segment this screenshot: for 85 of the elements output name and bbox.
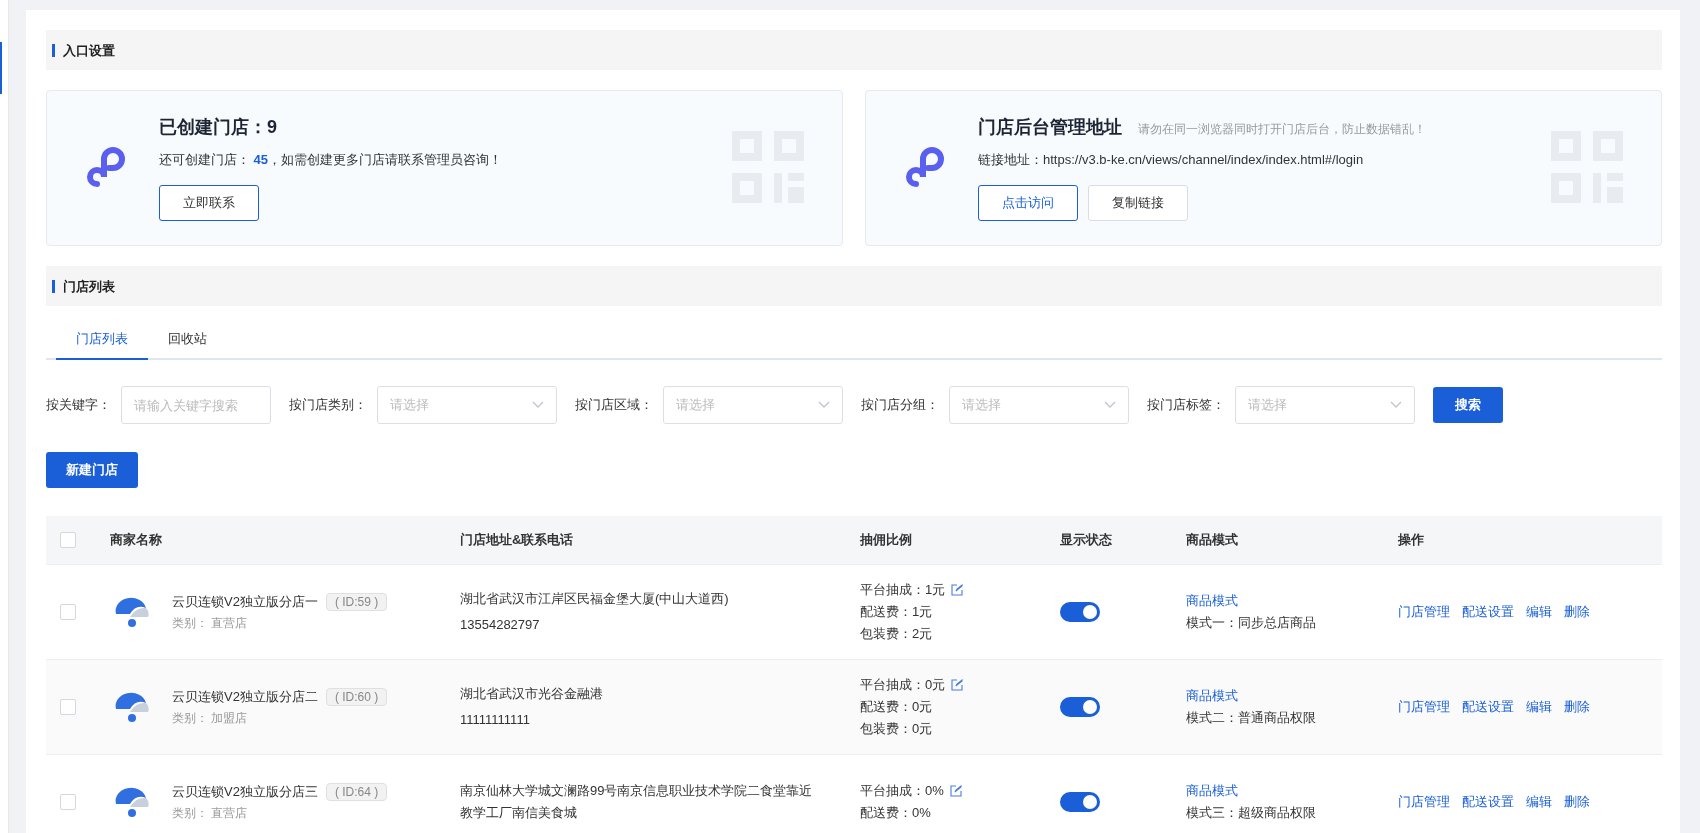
fee-text: 配送费：1元 [860,603,933,621]
product-mode-link[interactable]: 商品模式 [1186,687,1398,705]
action-link[interactable]: 门店管理 [1398,698,1450,716]
store-phone: 11111111111 [460,711,531,729]
filter-label: 按门店区域： [575,396,653,414]
store-category: 类别： 直营店 [172,804,249,822]
select-placeholder: 请选择 [1248,396,1287,414]
search-button[interactable]: 搜索 [1433,387,1503,423]
display-toggle[interactable] [1060,697,1100,717]
select-placeholder: 请选择 [962,396,1001,414]
select-placeholder: 请选择 [676,396,715,414]
checkbox[interactable] [60,604,76,620]
card-button[interactable]: 立即联系 [159,185,259,221]
column-header: 操作 [1398,531,1424,549]
store-id-badge: ( ID:64 ) [325,782,388,801]
filter-label: 按关键字： [46,396,111,414]
tab[interactable]: 回收站 [148,320,227,360]
section-title: 入口设置 [52,43,115,57]
card-button[interactable]: 点击访问 [978,185,1078,221]
action-link[interactable]: 删除 [1564,793,1590,811]
caret-icon [532,401,544,409]
product-mode-text: 模式三：超级商品权限 [1186,804,1317,822]
action-link[interactable]: 编辑 [1526,603,1552,621]
action-link[interactable]: 配送设置 [1462,698,1514,716]
caret-icon [1104,401,1116,409]
card-title: 已创建门店：9 [159,116,277,139]
store-address: 湖北省武汉市光谷金融港 [460,685,604,703]
column-header: 抽佣比例 [860,531,912,549]
store-id-badge: ( ID:60 ) [325,687,388,706]
sidebar-indicator [0,42,2,94]
store-phone: 13554282797 [460,616,541,634]
select-placeholder: 请选择 [390,396,429,414]
fee-text: 平台抽成：1元 [860,581,946,599]
store-name: 云贝连锁V2独立版分店一 [172,592,318,611]
card-button[interactable]: 复制链接 [1088,185,1188,221]
store-address: 南京仙林大学城文澜路99号南京信息职业技术学院二食堂靠近教学工厂南信美食城 [460,782,814,822]
store-name: 云贝连锁V2独立版分店三 [172,782,318,801]
product-mode-text: 模式一：同步总店商品 [1186,614,1317,632]
card-text: 链接地址：https://v3.b-ke.cn/views/channel/index/index.html#/login [978,151,1365,169]
store-name: 云贝连锁V2独立版分店二 [172,687,318,706]
fee-text: 平台抽成：0元 [860,676,946,694]
card-title: 门店后台管理地址 [978,116,1122,139]
filter-label: 按门店标签： [1147,396,1225,414]
edit-icon [951,679,964,691]
fee-text: 包装费：0元 [860,720,933,738]
column-header: 门店地址&联系电话 [460,531,574,549]
checkbox[interactable] [60,794,76,810]
action-link[interactable]: 编辑 [1526,698,1552,716]
fee-text: 平台抽成：0% [860,782,944,800]
fee-text: 配送费：0元 [860,698,933,716]
fee-text: 包装费：2元 [860,625,933,643]
edit-icon [951,584,964,596]
card-text: 还可创建门店： 45，如需创建更多门店请联系管理员咨询！ [159,151,503,169]
tab[interactable]: 门店列表 [56,320,148,360]
search-field[interactable]: 请输入关键字搜索 [121,386,271,424]
caret-icon [1390,401,1402,409]
action-link[interactable]: 门店管理 [1398,793,1450,811]
column-header: 显示状态 [1060,531,1112,549]
caret-icon [818,401,830,409]
filter-label: 按门店分组： [861,396,939,414]
store-id-badge: ( ID:59 ) [325,592,388,611]
action-link[interactable]: 配送设置 [1462,793,1514,811]
new-store-button[interactable]: 新建门店 [46,452,138,488]
product-mode-text: 模式二：普通商品权限 [1186,709,1317,727]
store-category: 类别： 直营店 [172,614,249,632]
display-toggle[interactable] [1060,602,1100,622]
product-mode-link[interactable]: 商品模式 [1186,782,1398,800]
store-category: 类别： 加盟店 [172,709,249,727]
action-link[interactable]: 门店管理 [1398,603,1450,621]
action-link[interactable]: 删除 [1564,603,1590,621]
filter-label: 按门店类别： [289,396,367,414]
action-link[interactable]: 配送设置 [1462,603,1514,621]
edit-icon [949,785,962,797]
product-mode-link[interactable]: 商品模式 [1186,592,1398,610]
action-link[interactable]: 删除 [1564,698,1590,716]
display-toggle[interactable] [1060,792,1100,812]
fee-text: 配送费：0% [860,804,931,822]
checkbox[interactable] [60,532,76,548]
column-header: 商品模式 [1186,531,1238,549]
section-title: 门店列表 [52,279,115,293]
action-link[interactable]: 编辑 [1526,793,1552,811]
checkbox[interactable] [60,699,76,715]
store-address: 湖北省武汉市江岸区民福金堡大厦(中山大道西) [460,590,730,608]
column-header: 商家名称 [110,531,162,549]
card-note: 请勿在同一浏览器同时打开门店后台，防止数据错乱！ [1138,121,1426,138]
